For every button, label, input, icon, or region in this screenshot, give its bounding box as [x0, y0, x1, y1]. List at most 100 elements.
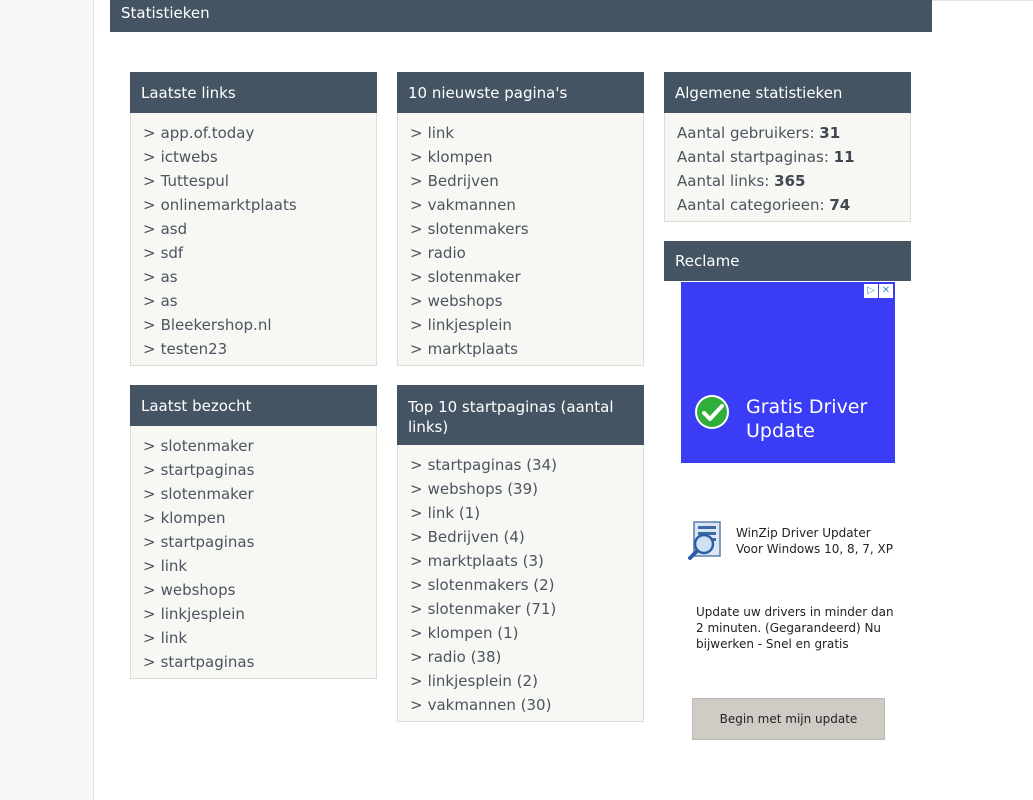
list-arrow: >: [410, 456, 423, 474]
ad-close-icon[interactable]: ✕: [879, 284, 893, 298]
list-item[interactable]: > slotenmaker: [143, 434, 364, 458]
list-item-label[interactable]: webshops: [428, 292, 503, 310]
list-item[interactable]: > link: [143, 626, 364, 650]
list-item-label[interactable]: Bleekershop.nl: [161, 316, 272, 334]
checkmark-icon-svg: [702, 404, 724, 421]
list-item-label[interactable]: as: [161, 268, 178, 286]
list-arrow: >: [143, 437, 156, 455]
list-item-label[interactable]: startpaginas (34): [428, 456, 557, 474]
list-item-label[interactable]: link (1): [428, 504, 481, 522]
list-item[interactable]: > vakmannen: [410, 193, 631, 217]
list-item-label[interactable]: asd: [161, 220, 188, 238]
list-item-label[interactable]: webshops (39): [428, 480, 538, 498]
list-item[interactable]: > startpaginas (34): [410, 453, 631, 477]
list-item[interactable]: > startpaginas: [143, 650, 364, 674]
list-item[interactable]: > ictwebs: [143, 145, 364, 169]
list-item[interactable]: > slotenmakers: [410, 217, 631, 241]
list-item-label[interactable]: slotenmaker: [161, 485, 254, 503]
list-item-label[interactable]: klompen (1): [428, 624, 519, 642]
list-item-label[interactable]: marktplaats: [428, 340, 518, 358]
list-item-label[interactable]: radio (38): [428, 648, 502, 666]
list-item[interactable]: > webshops: [143, 578, 364, 602]
list-item-label[interactable]: sdf: [161, 244, 184, 262]
list-item[interactable]: > app.of.today: [143, 121, 364, 145]
list-item-label[interactable]: slotenmaker: [161, 437, 254, 455]
list-item[interactable]: > radio (38): [410, 645, 631, 669]
list-item[interactable]: > webshops: [410, 289, 631, 313]
list-item-label[interactable]: slotenmaker (71): [428, 600, 557, 618]
list-item[interactable]: > vakmannen (30): [410, 693, 631, 717]
list-item-label[interactable]: link: [161, 629, 188, 647]
list-arrow: >: [410, 292, 423, 310]
list-item[interactable]: > link: [143, 554, 364, 578]
list-item-label[interactable]: link: [161, 557, 188, 575]
list-item-label[interactable]: startpaginas: [161, 533, 255, 551]
list-arrow: >: [410, 220, 423, 238]
list-item[interactable]: > as: [143, 265, 364, 289]
list-item-label[interactable]: linkjesplein: [161, 605, 245, 623]
list-item[interactable]: > webshops (39): [410, 477, 631, 501]
list-item[interactable]: > marktplaats: [410, 337, 631, 361]
list-item[interactable]: > testen23: [143, 337, 364, 361]
list-item-label[interactable]: slotenmaker: [428, 268, 521, 286]
list-item[interactable]: > linkjesplein: [410, 313, 631, 337]
list-item[interactable]: > Bleekershop.nl: [143, 313, 364, 337]
list-item[interactable]: > slotenmaker: [143, 482, 364, 506]
list-item[interactable]: > klompen (1): [410, 621, 631, 645]
list-item[interactable]: > asd: [143, 217, 364, 241]
list-item-label[interactable]: vakmannen: [428, 196, 516, 214]
list-item[interactable]: > Bedrijven: [410, 169, 631, 193]
list-item[interactable]: > slotenmaker: [410, 265, 631, 289]
list-item-label[interactable]: ictwebs: [161, 148, 218, 166]
list-item[interactable]: > linkjesplein (2): [410, 669, 631, 693]
list-item[interactable]: > slotenmaker (71): [410, 597, 631, 621]
list-item-label[interactable]: link: [428, 124, 455, 142]
list-item[interactable]: > Tuttespul: [143, 169, 364, 193]
ad2-subtitle-line[interactable]: Voor Windows 10, 8, 7, XP: [736, 541, 893, 557]
list-item[interactable]: > link (1): [410, 501, 631, 525]
list-item[interactable]: > slotenmakers (2): [410, 573, 631, 597]
begin-update-button[interactable]: Begin met mijn update: [692, 698, 885, 740]
ad-choices[interactable]: ▷ ✕: [864, 284, 893, 298]
list-item[interactable]: > as: [143, 289, 364, 313]
list-item[interactable]: > klompen: [143, 506, 364, 530]
list-item-label[interactable]: Tuttespul: [161, 172, 229, 190]
ad-banner[interactable]: ▷ ✕ Gratis Driver Update: [681, 282, 895, 463]
list-item[interactable]: > sdf: [143, 241, 364, 265]
list-item[interactable]: > startpaginas: [143, 530, 364, 554]
list-item-label[interactable]: app.of.today: [161, 124, 255, 142]
list-item-label[interactable]: radio: [428, 244, 466, 262]
list-item[interactable]: > linkjesplein: [143, 602, 364, 626]
ad2-title-line[interactable]: WinZip Driver Updater: [736, 525, 893, 541]
list-item[interactable]: > startpaginas: [143, 458, 364, 482]
list-arrow: >: [410, 672, 423, 690]
list-arrow: >: [143, 124, 156, 142]
list-arrow: >: [143, 629, 156, 647]
list-item-label[interactable]: klompen: [428, 148, 493, 166]
list-item-label[interactable]: startpaginas: [161, 461, 255, 479]
list-item[interactable]: > klompen: [410, 145, 631, 169]
list-item-label[interactable]: klompen: [161, 509, 226, 527]
list-item[interactable]: > onlinemarktplaats: [143, 193, 364, 217]
list-item-label[interactable]: linkjesplein: [428, 316, 512, 334]
list-item-label[interactable]: testen23: [161, 340, 228, 358]
list-item-label[interactable]: slotenmakers: [428, 220, 529, 238]
list-item[interactable]: > radio: [410, 241, 631, 265]
list-item-label[interactable]: slotenmakers (2): [428, 576, 555, 594]
stat-value: 74: [829, 196, 851, 214]
ad-title[interactable]: Gratis Driver Update: [746, 395, 886, 443]
list-item[interactable]: > marktplaats (3): [410, 549, 631, 573]
list-item-label[interactable]: startpaginas: [161, 653, 255, 671]
list-item-label[interactable]: onlinemarktplaats: [161, 196, 297, 214]
list-item-label[interactable]: webshops: [161, 581, 236, 599]
list-item-label[interactable]: marktplaats (3): [428, 552, 544, 570]
ad2-title[interactable]: WinZip Driver Updater Voor Windows 10, 8…: [736, 525, 893, 557]
list-item[interactable]: > link: [410, 121, 631, 145]
list-item-label[interactable]: Bedrijven: [428, 172, 499, 190]
ad-choices-icon[interactable]: ▷: [864, 284, 878, 298]
list-item-label[interactable]: linkjesplein (2): [428, 672, 538, 690]
list-item[interactable]: > Bedrijven (4): [410, 525, 631, 549]
list-item-label[interactable]: Bedrijven (4): [428, 528, 525, 546]
list-item-label[interactable]: as: [161, 292, 178, 310]
list-item-label[interactable]: vakmannen (30): [428, 696, 552, 714]
